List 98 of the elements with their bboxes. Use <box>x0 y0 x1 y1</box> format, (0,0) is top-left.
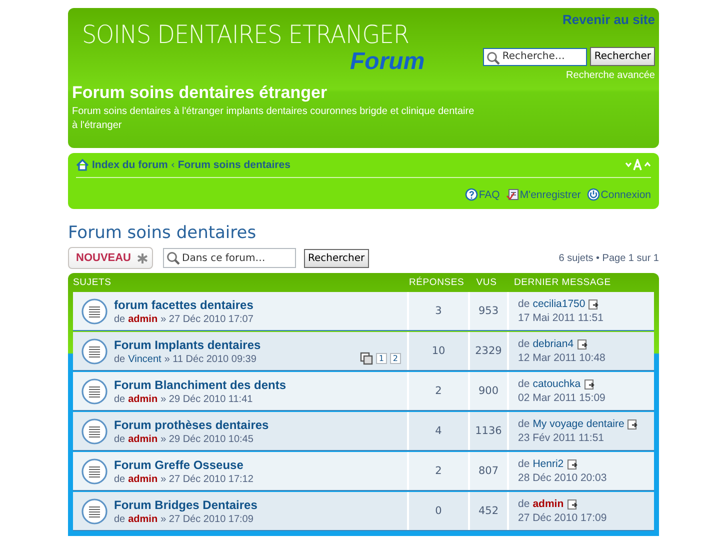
view-count: 2329 <box>470 332 509 370</box>
logo-title: SOINS DENTAIRES ETRANGER <box>82 20 409 50</box>
last-post-date: 23 Fév 2011 11:51 <box>518 432 604 444</box>
power-icon <box>586 188 600 201</box>
topic-date: » 11 Déc 2010 09:39 <box>164 354 256 364</box>
byline-prefix: de <box>518 498 530 510</box>
search-icon <box>166 251 180 265</box>
page-link[interactable]: 2 <box>390 353 401 364</box>
topic-title-link[interactable]: Forum Greffe Osseuse <box>114 458 254 472</box>
view-count: 953 <box>470 292 509 330</box>
author-link[interactable]: admin <box>128 514 158 524</box>
author-link[interactable]: cecilia1750 <box>532 298 586 310</box>
last-post-date: 02 Mar 2011 15:09 <box>518 392 606 404</box>
font-size-icon <box>625 159 651 171</box>
forum-search-field[interactable]: Dans ce forum… <box>163 248 296 268</box>
topic-icon <box>81 298 108 324</box>
pages-icon <box>360 352 373 365</box>
last-post-date: 12 Mar 2011 10:48 <box>518 352 606 364</box>
reply-count: 10 <box>409 332 470 370</box>
reply-count: 2 <box>409 372 470 410</box>
byline-prefix: de <box>518 378 530 390</box>
view-post-icon <box>566 498 578 510</box>
topic-date: » 27 Déc 2010 17:07 <box>160 314 254 324</box>
column-header: RÉPONSES <box>409 277 466 288</box>
topic-title-link[interactable]: Forum Implants dentaires <box>114 338 261 352</box>
topic-title-link[interactable]: Forum prothèses dentaires <box>114 418 269 432</box>
byline-prefix: de <box>518 418 530 430</box>
form-icon <box>506 188 519 201</box>
page-link[interactable]: 1 <box>376 353 387 364</box>
asterisk-icon <box>137 252 148 264</box>
topic-icon <box>81 418 108 444</box>
byline-prefix: de <box>114 394 126 404</box>
byline-prefix: de <box>114 354 126 364</box>
search-icon <box>486 50 500 64</box>
author-link[interactable]: My voyage dentaire <box>532 418 624 430</box>
author-link[interactable]: admin <box>532 498 564 510</box>
view-post-icon <box>627 418 638 430</box>
view-post-icon <box>588 298 600 310</box>
reply-count: 3 <box>409 292 470 330</box>
author-link[interactable]: debrian4 <box>532 338 574 350</box>
view-count: 1136 <box>470 412 509 450</box>
author-link[interactable]: admin <box>128 394 158 404</box>
site-title: Forum soins dentaires étranger <box>72 83 328 103</box>
topic-date: » 27 Déc 2010 17:09 <box>160 514 254 524</box>
author-link[interactable]: admin <box>128 314 158 324</box>
byline-prefix: de <box>518 338 530 350</box>
reply-count: 2 <box>409 452 470 490</box>
topic-title-link[interactable]: Forum Blanchiment des dents <box>114 378 286 392</box>
column-header: VUS <box>475 277 498 288</box>
view-count: 452 <box>470 492 509 530</box>
byline-prefix: de <box>114 514 126 524</box>
logo-subtitle: Forum <box>350 50 425 74</box>
home-icon <box>76 159 89 171</box>
author-link[interactable]: Vincent <box>128 354 162 364</box>
breadcrumb-separator: ‹ <box>170 160 175 170</box>
view-post-icon <box>576 338 588 350</box>
topic-title-link[interactable]: Forum Bridges Dentaires <box>114 498 258 512</box>
topic-date: » 29 Déc 2010 10:45 <box>160 434 254 444</box>
reply-count: 4 <box>409 412 470 450</box>
column-header: SUJETS <box>73 277 112 288</box>
author-link[interactable]: Henri2 <box>532 458 564 470</box>
column-header: DERNIER MESSAGE <box>513 277 612 288</box>
help-icon <box>464 188 478 201</box>
view-count: 900 <box>470 372 509 410</box>
last-post-date: 27 Déc 2010 17:09 <box>518 512 607 524</box>
reply-count: 0 <box>409 492 470 530</box>
byline-prefix: de <box>114 434 126 444</box>
view-post-icon <box>584 378 595 390</box>
search-button[interactable]: Rechercher <box>590 47 655 66</box>
topic-date: » 29 Déc 2010 11:41 <box>160 394 253 404</box>
forum-title: Forum soins dentaires <box>68 223 258 243</box>
author-link[interactable]: admin <box>128 434 158 444</box>
byline-prefix: de <box>114 474 126 484</box>
last-post-date: 17 Mai 2011 11:51 <box>518 312 604 324</box>
navbar-link[interactable]: Connexion <box>600 188 651 200</box>
forum-search-button[interactable]: Rechercher <box>304 248 369 268</box>
last-post-date: 28 Déc 2010 20:03 <box>518 472 607 484</box>
author-link[interactable]: admin <box>128 474 158 484</box>
topic-icon <box>81 458 108 484</box>
topic-icon <box>81 338 108 364</box>
breadcrumb-link[interactable]: Forum soins dentaires <box>178 159 290 171</box>
pagination-info: 6 sujets • Page 1 sur 1 <box>558 252 659 264</box>
topic-date: » 27 Déc 2010 17:12 <box>160 474 254 484</box>
search-field[interactable]: Recherche… <box>483 48 588 66</box>
author-link[interactable]: catouchka <box>532 378 581 390</box>
view-post-icon <box>566 458 578 470</box>
topic-title-link[interactable]: forum facettes dentaires <box>114 298 254 312</box>
breadcrumb-link[interactable]: Index du forum <box>92 159 168 171</box>
navbar-link[interactable]: M'enregistrer <box>520 188 581 200</box>
view-count: 807 <box>470 452 509 490</box>
new-topic-button[interactable]: NOUVEAU <box>68 247 154 269</box>
byline-prefix: de <box>114 314 126 324</box>
site-description: Forum soins dentaires à l'étranger implants dentaires couronnes brigde et clinique dentaire à l'étranger <box>72 105 476 133</box>
topic-icon <box>81 378 108 404</box>
byline-prefix: de <box>518 458 530 470</box>
navbar-link[interactable]: FAQ <box>478 188 500 200</box>
byline-prefix: de <box>518 298 530 310</box>
topic-icon <box>81 498 108 524</box>
